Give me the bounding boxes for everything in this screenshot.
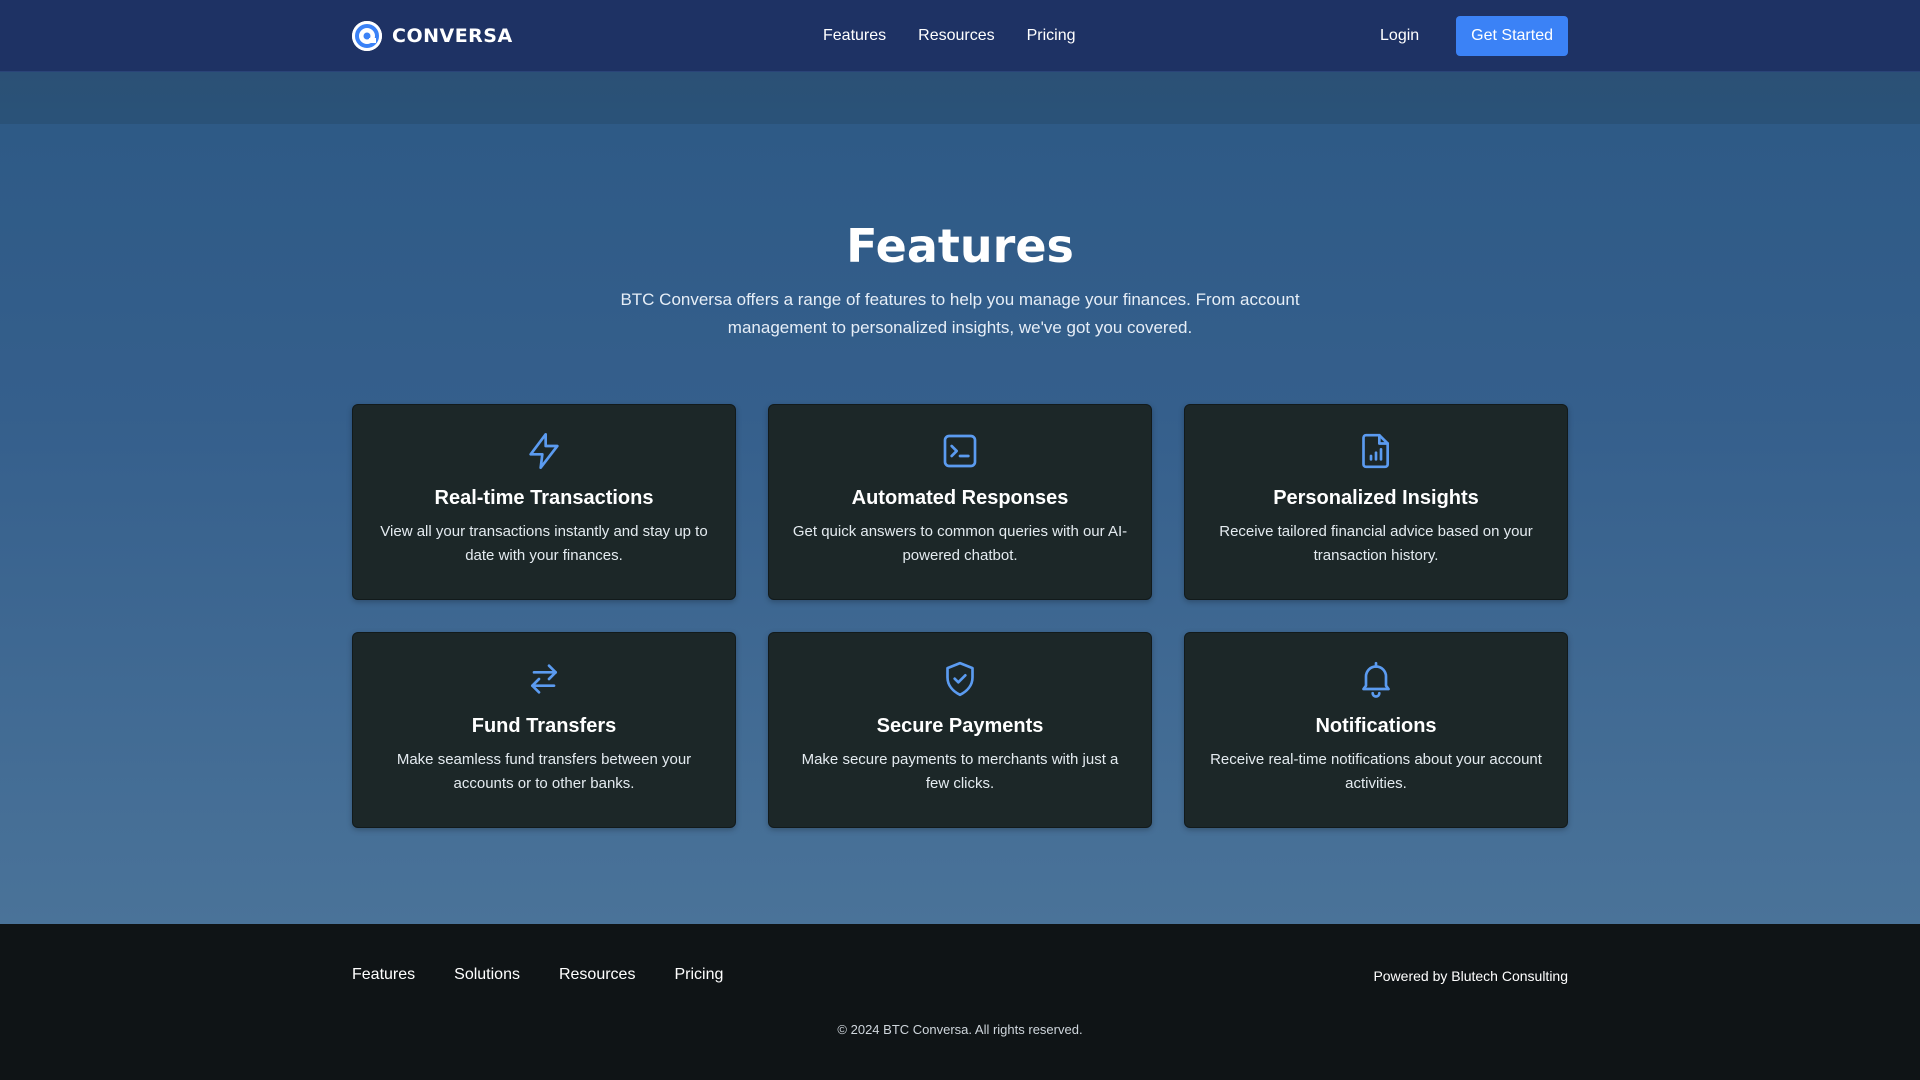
feature-card-title: Automated Responses <box>851 487 1069 509</box>
feature-card-real-time-transactions: Real-time Transactions View all your tra… <box>352 404 736 600</box>
navbar-inner: CONVERSA Features Resources Pricing Logi… <box>352 0 1568 72</box>
feature-card-description: Receive tailored financial advice based … <box>1219 523 1533 564</box>
login-link[interactable]: Login <box>1380 27 1419 45</box>
feature-card-fund-transfers: Fund Transfers Make seamless fund transf… <box>352 632 736 828</box>
document-chart-icon <box>1356 431 1396 471</box>
transfer-arrows-icon <box>524 659 564 699</box>
feature-card-title: Personalized Insights <box>1273 487 1479 509</box>
feature-card-description: Get quick answers to common queries with… <box>792 523 1128 564</box>
terminal-icon <box>940 431 980 471</box>
nav-link-features[interactable]: Features <box>823 27 886 45</box>
feature-card-description: Receive real-time notifications about yo… <box>1210 751 1542 792</box>
copyright-text: © 2024 BTC Conversa. All rights reserved… <box>837 1022 1083 1037</box>
footer-link-resources[interactable]: Resources <box>559 966 635 984</box>
features-title: Features <box>846 219 1074 273</box>
feature-cards-grid: Real-time Transactions View all your tra… <box>352 404 1568 828</box>
navbar: CONVERSA Features Resources Pricing Logi… <box>0 0 1920 72</box>
get-started-button[interactable]: Get Started <box>1456 16 1568 56</box>
hero-top-band <box>0 72 1920 124</box>
powered-by-text: Powered by Blutech Consulting <box>1373 968 1568 984</box>
shield-check-icon <box>940 659 980 699</box>
feature-card-title: Secure Payments <box>876 715 1044 737</box>
nav-link-pricing[interactable]: Pricing <box>1027 27 1076 45</box>
feature-card-automated-responses: Automated Responses Get quick answers to… <box>768 404 1152 600</box>
brand-name: CONVERSA <box>392 25 513 47</box>
main-nav: Features Resources Pricing <box>823 0 1076 72</box>
feature-card-title: Real-time Transactions <box>434 487 654 509</box>
feature-card-title: Fund Transfers <box>471 715 617 737</box>
feature-card-personalized-insights: Personalized Insights Receive tailored f… <box>1184 404 1568 600</box>
feature-card-secure-payments: Secure Payments Make secure payments to … <box>768 632 1152 828</box>
nav-actions: Login Get Started <box>1380 16 1568 56</box>
feature-card-title: Notifications <box>1315 715 1437 737</box>
bell-icon <box>1356 659 1396 699</box>
conversa-logo-icon <box>352 21 382 51</box>
features-section: Features BTC Conversa offers a range of … <box>0 72 1920 924</box>
footer: Features Solutions Resources Pricing Pow… <box>0 924 1920 1080</box>
page: CONVERSA Features Resources Pricing Logi… <box>0 0 1920 1080</box>
nav-link-resources[interactable]: Resources <box>918 27 994 45</box>
feature-card-description: Make seamless fund transfers between you… <box>396 751 692 792</box>
footer-nav: Features Solutions Resources Pricing <box>352 966 723 984</box>
footer-link-solutions[interactable]: Solutions <box>454 966 520 984</box>
footer-link-features[interactable]: Features <box>352 966 415 984</box>
lightning-icon <box>524 431 564 471</box>
feature-card-description: View all your transactions instantly and… <box>380 523 708 564</box>
brand[interactable]: CONVERSA <box>352 21 513 51</box>
footer-link-pricing[interactable]: Pricing <box>674 966 723 984</box>
feature-card-notifications: Notifications Receive real-time notifica… <box>1184 632 1568 828</box>
features-subtitle: BTC Conversa offers a range of features … <box>620 290 1300 337</box>
feature-card-description: Make secure payments to merchants with j… <box>801 751 1119 792</box>
